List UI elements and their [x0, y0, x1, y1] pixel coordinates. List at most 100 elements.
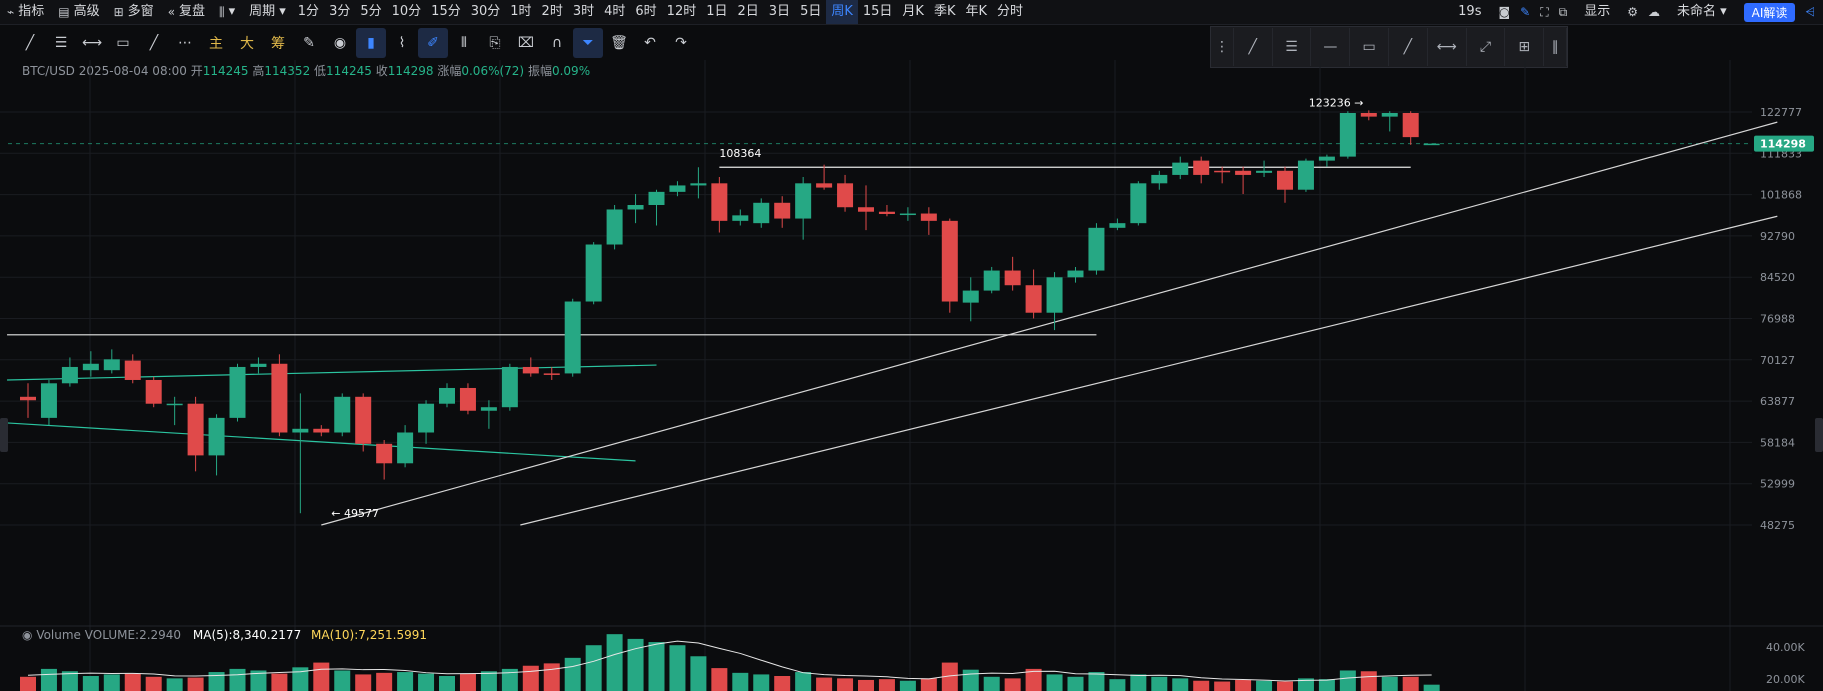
volume-bar [1046, 674, 1063, 691]
left-collapse-handle[interactable] [0, 418, 8, 452]
trash-tool-icon[interactable]: 🗑 [604, 28, 634, 58]
period-option[interactable]: 6时 [630, 0, 661, 24]
candle-body [1025, 285, 1042, 313]
candle-body [1214, 170, 1231, 173]
filter-tool-icon[interactable]: ⏷ [573, 28, 603, 58]
edit-tool-icon[interactable]: ✎ [294, 28, 324, 58]
candle-body [187, 403, 204, 456]
period-option[interactable]: 月K [897, 0, 929, 24]
period-option[interactable]: 3日 [764, 0, 795, 24]
period-option[interactable]: 10分 [387, 0, 427, 24]
candle-body [795, 183, 812, 219]
trendline-tool-icon[interactable]: ╱ [15, 28, 45, 58]
period-option[interactable]: 15分 [426, 0, 466, 24]
candle-body [1381, 112, 1398, 117]
volume-ma5: MA(5):8,340.2177 [192, 628, 302, 642]
candle-body [816, 183, 833, 188]
candle-body [627, 205, 644, 210]
period-option[interactable]: 季K [929, 0, 961, 24]
period-option[interactable]: 30分 [466, 0, 506, 24]
volume-bar [20, 676, 36, 691]
period-option[interactable]: 5分 [355, 0, 386, 24]
volume-bar [627, 638, 644, 691]
top-menu-item[interactable]: «复盘 [161, 0, 212, 24]
undo-tool-icon[interactable]: ↶ [635, 28, 665, 58]
period-option[interactable]: 2时 [537, 0, 568, 24]
volume-bar [355, 674, 372, 691]
redo-tool-icon[interactable]: ↷ [666, 28, 696, 58]
indicator-shortcut-button[interactable]: 筹 [263, 28, 293, 58]
volume-bar [1256, 680, 1273, 691]
candle-body [585, 244, 602, 302]
period-option[interactable]: 5日 [795, 0, 826, 24]
period-option[interactable]: 周K [826, 0, 858, 24]
volume-bar [1067, 676, 1084, 691]
bookmark-tool-icon[interactable]: ▮ [356, 28, 386, 58]
hline-multi-tool-icon[interactable]: ☰ [46, 28, 76, 58]
candle-body [1235, 170, 1252, 175]
candle-tool-icon[interactable]: ⫴ [449, 28, 479, 58]
settings-icon[interactable]: ⚙ [1627, 5, 1638, 19]
rect-tool-icon[interactable]: ▭ [108, 28, 138, 58]
period-option[interactable]: 12时 [662, 0, 702, 24]
candle-body [250, 363, 267, 367]
hray-tool-icon[interactable]: ⟷ [77, 28, 107, 58]
candle-body [669, 185, 686, 192]
price-chart[interactable]: 123236 →108364← 495771227771118331018689… [0, 60, 1823, 691]
volume-bar [920, 678, 937, 691]
period-option[interactable]: 3时 [568, 0, 599, 24]
top-menu-item[interactable]: ⊞ 多窗 [107, 0, 161, 24]
more-tool-icon[interactable]: ⋯ [170, 28, 200, 58]
volume-ma5-line [27, 640, 1432, 682]
candle-body [1004, 270, 1021, 286]
top-menu-item[interactable]: 周期 ▾ [242, 0, 293, 24]
display-button[interactable]: 显示 [1577, 0, 1617, 24]
top-menu-item[interactable]: ⫼ ▾ [212, 0, 242, 24]
candle-body [711, 183, 728, 221]
top-menu-item[interactable]: ▤ 高级 [51, 0, 106, 24]
ai-interpret-button[interactable]: AI解读 [1743, 2, 1796, 22]
brush-tool-icon[interactable]: ✐ [418, 28, 448, 58]
clipboard-tool-icon[interactable]: ⎘ [480, 28, 510, 58]
candle-body [1318, 156, 1335, 161]
replay-icon: « [167, 5, 176, 19]
volume-bar [564, 657, 581, 691]
period-option[interactable]: 分时 [992, 0, 1028, 24]
period-option[interactable]: 2日 [733, 0, 764, 24]
paint-tool-icon[interactable]: ◉ [325, 28, 355, 58]
visibility-icon[interactable]: ◉ [22, 628, 32, 642]
volume-bar [669, 645, 686, 691]
indicator-shortcut-button[interactable]: 主 [201, 28, 231, 58]
indicator-shortcut-button[interactable]: 大 [232, 28, 262, 58]
advanced-icon: ▤ [58, 5, 70, 19]
note-tool-icon[interactable]: ⌧ [511, 28, 541, 58]
period-option[interactable]: 1分 [293, 0, 324, 24]
edit-icon[interactable]: ✎ [1520, 5, 1530, 19]
pen-tool-icon[interactable]: ╱ [139, 28, 169, 58]
magnet-tool-icon[interactable]: ∩ [542, 28, 572, 58]
share-icon[interactable]: ⩤ [1805, 5, 1815, 20]
ruler-tool-icon[interactable]: ⌇ [387, 28, 417, 58]
period-option[interactable]: 3分 [324, 0, 355, 24]
layout-name-dropdown[interactable]: 未命名 ▾ [1670, 0, 1734, 24]
period-option[interactable]: 1日 [701, 0, 732, 24]
period-option[interactable]: 15日 [858, 0, 898, 24]
trend-line-upper [321, 121, 1778, 526]
top-menu-item[interactable]: ⌁ 指标 [0, 0, 51, 24]
fullscreen-icon[interactable]: ⛶ [1540, 5, 1548, 20]
period-option[interactable]: 1时 [505, 0, 536, 24]
candle-body [501, 366, 518, 408]
low-annotation: ← 49577 [331, 507, 379, 520]
right-collapse-handle[interactable] [1815, 418, 1823, 452]
volume-bar [480, 671, 497, 691]
period-option[interactable]: 4时 [599, 0, 630, 24]
volume-bar [878, 679, 895, 691]
candle-body [1067, 270, 1084, 278]
period-option[interactable]: 年K [960, 0, 992, 24]
copy-icon[interactable]: ⧉ [1559, 5, 1568, 20]
volume-bar [543, 663, 560, 691]
candle-body [1423, 143, 1440, 146]
price-axis-label: 122777 [1760, 106, 1802, 119]
period-selector: 1分 3分 5分 10分 15分 30分 1时 2时 3时 4时 6时 12时 1日 2日 3日 5日 周K 15… [293, 0, 1028, 24]
camera-icon[interactable]: ◙ [1498, 5, 1510, 19]
